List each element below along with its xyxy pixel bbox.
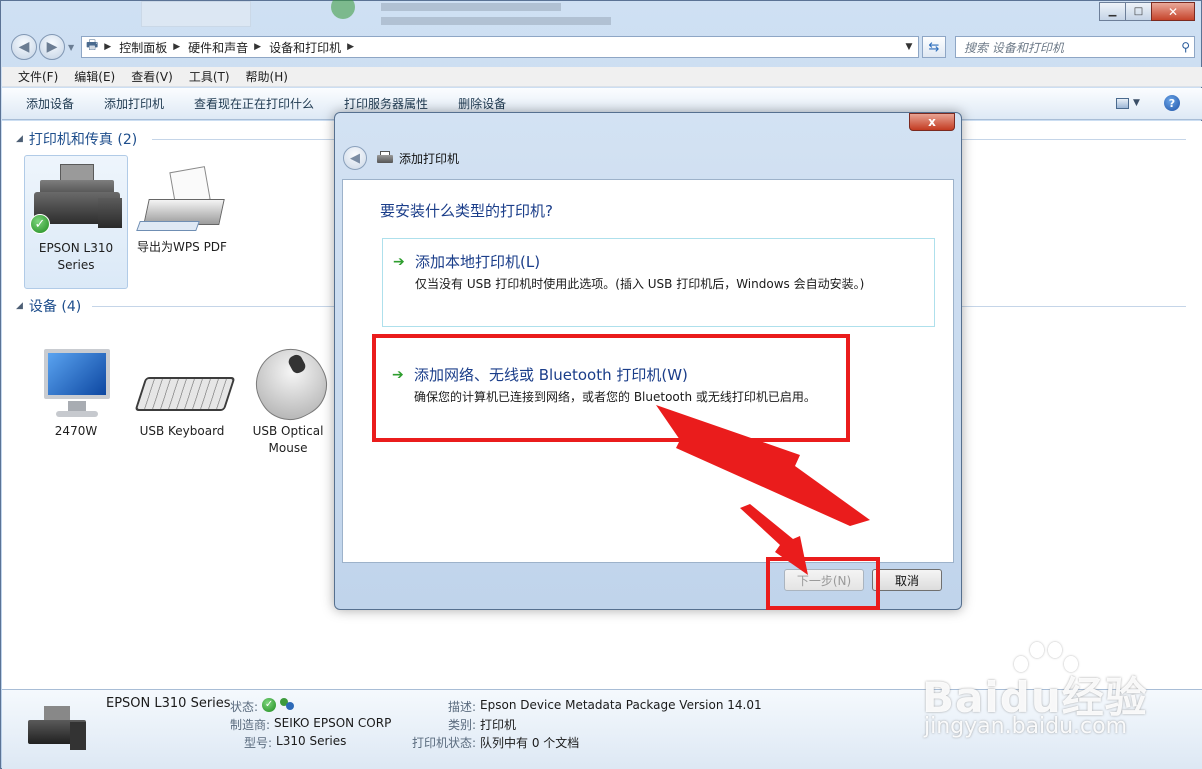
- status-ok-icon: ✓: [262, 698, 277, 712]
- control-panel-icon: 🖶: [86, 38, 99, 53]
- option-local-desc: 仅当没有 USB 打印机时使用此选项。(插入 USB 打印机后，Windows …: [415, 277, 865, 291]
- device-monitor-2470w[interactable]: 2470W: [24, 339, 128, 440]
- forward-button[interactable]: ▶: [39, 34, 65, 60]
- group-title-devices: 设备 (4): [28, 299, 82, 315]
- close-button[interactable]: ✕: [1151, 2, 1195, 21]
- device-wps-pdf[interactable]: 导出为WPS PDF: [130, 155, 234, 289]
- details-desc-label: 描述:: [448, 700, 477, 714]
- chevron-down-icon: ▼: [1133, 98, 1140, 108]
- watermark-url: jingyan.baidu.com: [924, 714, 1128, 739]
- search-icon[interactable]: ⚲: [1181, 40, 1190, 54]
- back-arrow-icon: ◀: [18, 39, 30, 55]
- menu-edit[interactable]: 编辑(E): [74, 68, 115, 85]
- help-icon[interactable]: ?: [1164, 95, 1180, 111]
- annotation-highlight-network-option: [372, 334, 850, 442]
- menu-tools[interactable]: 工具(T): [189, 68, 230, 85]
- see-whats-printing-button[interactable]: 查看现在正在打印什么: [194, 95, 314, 112]
- printer-icon: [377, 151, 393, 165]
- back-arrow-icon: ◀: [350, 150, 360, 166]
- details-model-value: L310 Series: [276, 734, 347, 748]
- maximize-button[interactable]: □: [1125, 2, 1152, 21]
- breadcrumb-devices-printers[interactable]: 设备和打印机: [269, 39, 341, 56]
- menu-help[interactable]: 帮助(H): [246, 68, 288, 85]
- dialog-close-button[interactable]: x: [909, 113, 955, 131]
- details-category: 类别: 打印机: [448, 716, 516, 733]
- breadcrumb-control-panel[interactable]: 控制面板: [119, 39, 167, 56]
- details-maker-label: 制造商:: [230, 718, 271, 732]
- device-label: USB Keyboard: [139, 424, 225, 438]
- window-controls: ▁ □ ✕: [1099, 2, 1195, 21]
- details-device-name: EPSON L310 Series: [106, 696, 231, 711]
- baidu-watermark: Baidu经验 jingyan.baidu.com: [922, 634, 1192, 754]
- remove-device-button[interactable]: 删除设备: [458, 95, 506, 112]
- device-usb-mouse[interactable]: USB Optical Mouse: [236, 336, 340, 457]
- details-desc-value: Epson Device Metadata Package Version 14…: [480, 698, 762, 712]
- address-row: ◀ ▶ ▼ 🖶 ▶ 控制面板 ▶ 硬件和声音 ▶ 设备和打印机 ▶ ▼ ⇆ 搜索…: [9, 34, 1195, 60]
- breadcrumb-hardware-sound[interactable]: 硬件和声音: [188, 39, 248, 56]
- breadcrumb-separator-icon[interactable]: ▶: [347, 42, 354, 52]
- details-status: 状态: ✓: [230, 698, 296, 715]
- mouse-icon: [238, 336, 339, 432]
- menu-bar: 文件(F) 编辑(E) 查看(V) 工具(T) 帮助(H): [2, 67, 1202, 87]
- details-status-label: 状态:: [230, 700, 259, 714]
- search-input[interactable]: 搜索 设备和打印机 ⚲: [955, 36, 1195, 58]
- details-printer-status-label: 打印机状态:: [412, 736, 477, 750]
- device-label: 2470W: [54, 424, 98, 438]
- annotation-highlight-next-button: [766, 557, 880, 610]
- dialog-title: 添加打印机: [399, 151, 460, 166]
- print-server-properties-button[interactable]: 打印服务器属性: [344, 95, 428, 112]
- keyboard-icon: [132, 339, 236, 421]
- details-model-label: 型号:: [244, 736, 273, 750]
- device-epson-l310[interactable]: ✓ EPSON L310 Series: [24, 155, 128, 289]
- device-usb-keyboard[interactable]: USB Keyboard: [130, 339, 236, 440]
- details-category-value: 打印机: [480, 718, 517, 732]
- minimize-button[interactable]: ▁: [1099, 2, 1126, 21]
- breadcrumb-separator-icon: ▶: [104, 42, 112, 52]
- search-placeholder: 搜索 设备和打印机: [964, 40, 1064, 55]
- add-printer-button[interactable]: 添加打印机: [104, 95, 164, 112]
- default-printer-check-icon: ✓: [30, 214, 50, 234]
- details-maker-value: SEIKO EPSON CORP: [274, 716, 392, 730]
- collapse-triangle-icon[interactable]: ◢: [16, 134, 23, 144]
- printer-icon: ✓: [26, 156, 126, 238]
- green-arrow-icon: ➔: [393, 253, 405, 270]
- menu-view[interactable]: 查看(V): [131, 68, 173, 85]
- printer-icon: [132, 155, 232, 237]
- dialog-question: 要安装什么类型的打印机?: [380, 202, 553, 220]
- details-printer-status-value: 队列中有 0 个文档: [480, 736, 580, 750]
- collapse-triangle-icon[interactable]: ◢: [16, 301, 23, 311]
- cancel-button[interactable]: 取消: [872, 569, 942, 591]
- details-description: 描述: Epson Device Metadata Package Versio…: [448, 698, 762, 715]
- details-category-label: 类别:: [448, 718, 477, 732]
- breadcrumb-separator-icon[interactable]: ▶: [254, 42, 261, 52]
- background-window-strip: [131, 0, 971, 31]
- details-maker: 制造商: SEIKO EPSON CORP: [230, 716, 391, 733]
- add-device-button[interactable]: 添加设备: [26, 95, 74, 112]
- group-title-printers: 打印机和传真 (2): [28, 132, 138, 148]
- refresh-icon: ⇆: [928, 39, 940, 55]
- change-view-button[interactable]: ▼: [1116, 96, 1146, 110]
- option-local-title: 添加本地打印机(L): [415, 253, 541, 271]
- back-button[interactable]: ◀: [11, 34, 37, 60]
- refresh-button[interactable]: ⇆: [922, 36, 946, 58]
- option-add-local-printer[interactable]: ➔ 添加本地打印机(L) 仅当没有 USB 打印机时使用此选项。(插入 USB …: [382, 238, 935, 327]
- view-icon: [1116, 97, 1129, 109]
- address-bar[interactable]: 🖶 ▶ 控制面板 ▶ 硬件和声音 ▶ 设备和打印机 ▶ ▼: [81, 36, 919, 58]
- device-label: 导出为WPS PDF: [137, 240, 227, 254]
- recent-pages-dropdown-icon[interactable]: ▼: [68, 43, 74, 52]
- device-label: EPSON L310 Series: [38, 241, 114, 272]
- details-model: 型号: L310 Series: [244, 734, 346, 751]
- printer-thumbnail-icon: [26, 702, 92, 754]
- shared-users-icon: [280, 698, 296, 712]
- device-label: USB Optical Mouse: [252, 424, 324, 455]
- menu-file[interactable]: 文件(F): [18, 68, 58, 85]
- breadcrumb-separator-icon[interactable]: ▶: [173, 42, 180, 52]
- forward-arrow-icon: ▶: [46, 39, 58, 55]
- dialog-back-button[interactable]: ◀: [343, 146, 367, 170]
- address-dropdown-icon[interactable]: ▼: [900, 42, 918, 52]
- details-printer-status: 打印机状态: 队列中有 0 个文档: [412, 734, 579, 751]
- dialog-header: ◀ 添加打印机: [343, 145, 459, 171]
- monitor-icon: [26, 339, 126, 421]
